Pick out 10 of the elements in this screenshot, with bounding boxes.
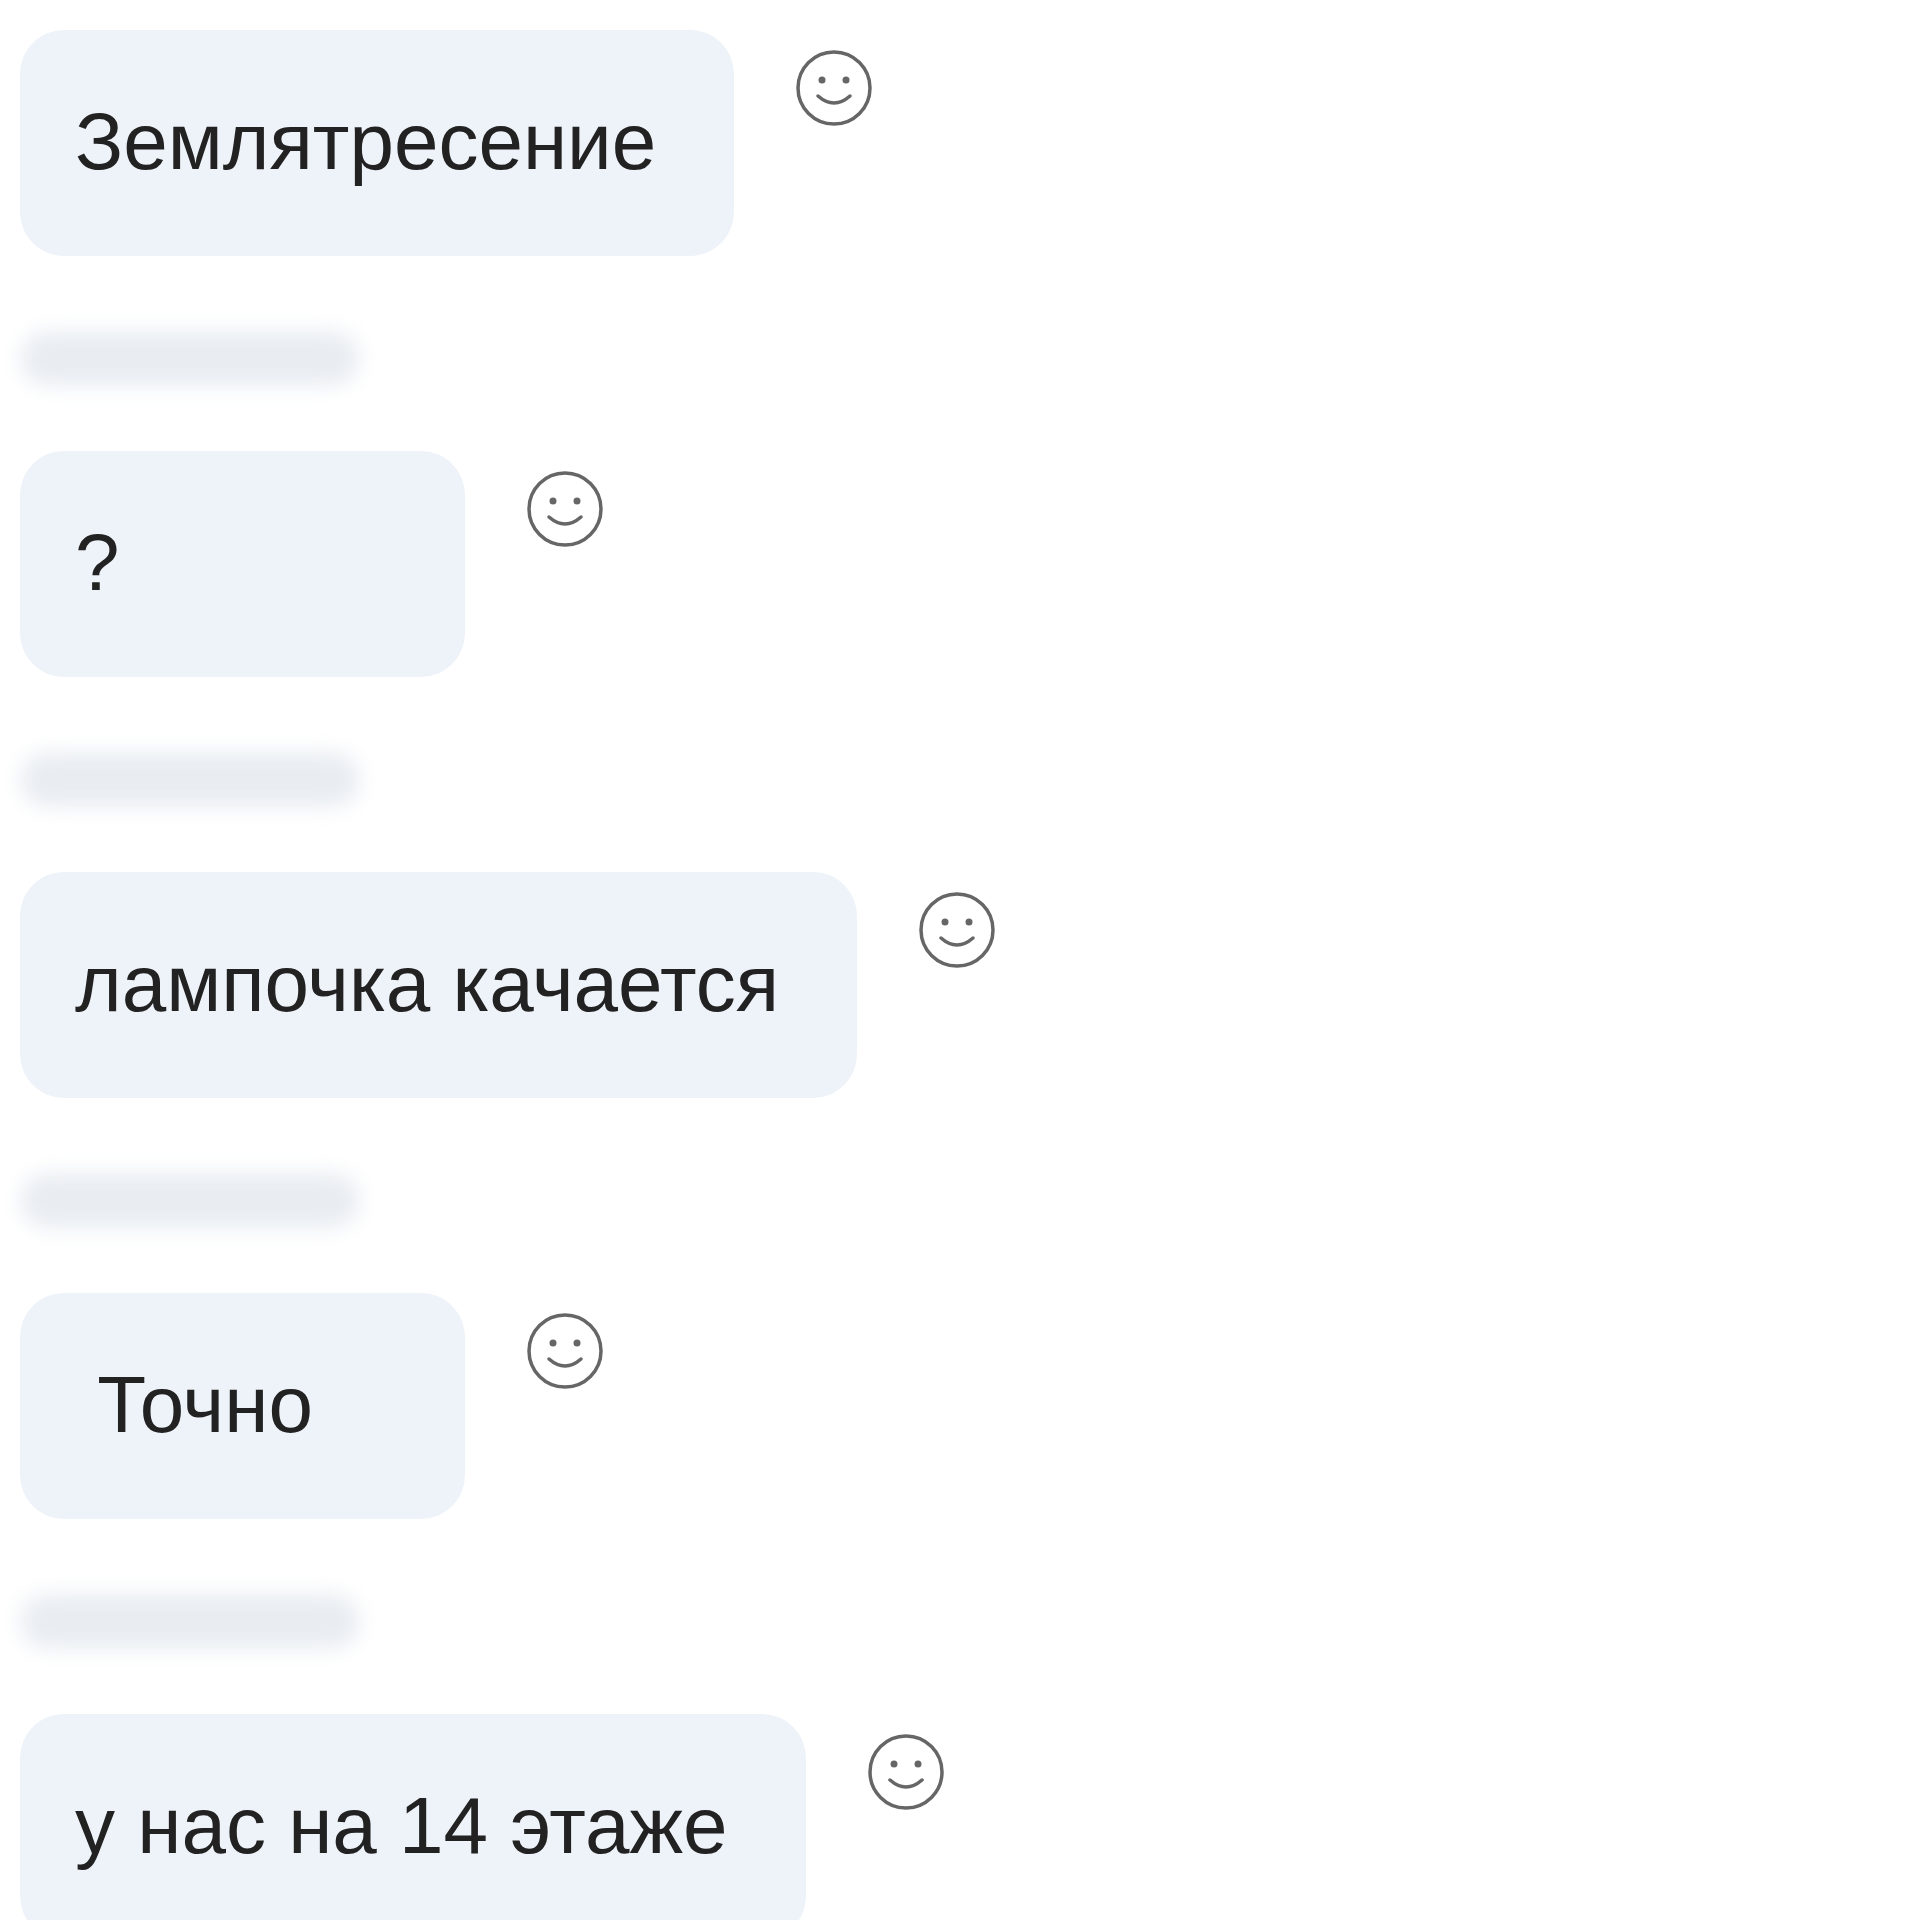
message-bubble: Точно bbox=[20, 1293, 465, 1519]
smile-icon[interactable] bbox=[525, 469, 605, 549]
message-bubble: ? bbox=[20, 451, 465, 677]
smile-icon[interactable] bbox=[794, 48, 875, 128]
message-bubble: лампочка качается bbox=[20, 872, 857, 1098]
smile-icon[interactable] bbox=[525, 1311, 605, 1391]
message-bubble: Землятресение bbox=[20, 30, 735, 256]
smile-icon[interactable] bbox=[916, 890, 997, 970]
message-bubble: у нас на 14 этаже bbox=[20, 1714, 806, 1920]
smile-icon[interactable] bbox=[865, 1732, 946, 1812]
